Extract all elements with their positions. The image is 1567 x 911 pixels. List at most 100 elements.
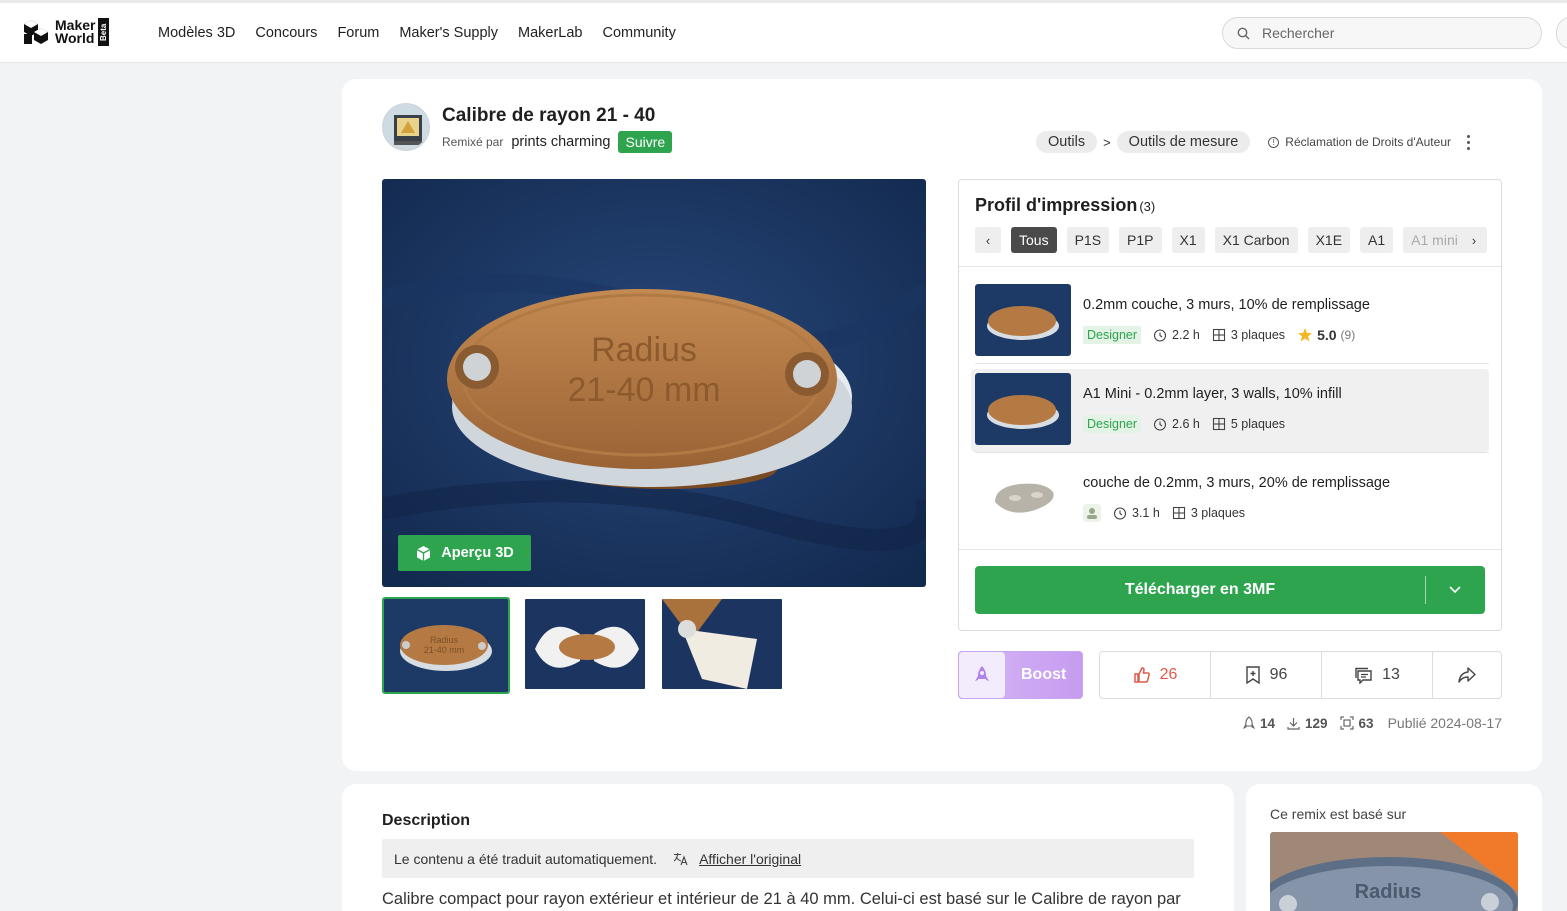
profile-1-meta: Designer 2.2 h 3 plaques 5.0 (9) (1083, 326, 1355, 344)
filter-x1-carbon[interactable]: X1 Carbon (1214, 227, 1298, 253)
remix-source-image[interactable]: Radius (1270, 832, 1518, 911)
nav-contests[interactable]: Concours (255, 25, 317, 41)
profile-3-plates-value: 3 plaques (1190, 506, 1246, 520)
profile-1-plates-value: 3 plaques (1230, 328, 1286, 342)
nav-makers-supply[interactable]: Maker's Supply (399, 25, 498, 41)
remix-image-text: Radius (1355, 881, 1422, 903)
more-options-icon[interactable] (1467, 134, 1471, 150)
chevron-right-icon[interactable]: › (1461, 227, 1487, 253)
boost-button[interactable]: Boost (958, 651, 1083, 699)
logo-text: Maker World (55, 18, 95, 46)
image-thumbnails: Radius 21-40 mm (382, 597, 784, 694)
profile-1-time-value: 2.2 h (1172, 328, 1200, 342)
breadcrumb-separator: > (1103, 134, 1111, 150)
filter-x1[interactable]: X1 (1171, 227, 1205, 253)
like-button[interactable]: 26 (1100, 652, 1211, 698)
print-profile-panel: Profil d'impression (3) ‹ Tous P1S P1P X1… (958, 179, 1502, 631)
profile-1-plates: 3 plaques (1212, 328, 1285, 342)
boost-label: Boost (1021, 666, 1067, 683)
download-count: 129 (1305, 715, 1328, 731)
download-3mf-button[interactable]: Télécharger en 3MF (975, 566, 1485, 614)
author-name[interactable]: prints charming (511, 134, 610, 150)
bookmark-plus-icon (1245, 666, 1260, 684)
profile-3-plates: 3 plaques (1172, 506, 1245, 520)
print-icon (1339, 716, 1354, 730)
translation-notice: Le contenu a été traduit automatiquement… (382, 839, 1194, 878)
breadcrumb-tools[interactable]: Outils (1036, 131, 1098, 153)
show-original-link[interactable]: Afficher l'original (699, 851, 801, 867)
clock-icon (1153, 418, 1167, 431)
user-avatar-icon (1083, 504, 1101, 522)
hero-text-line2: 21-40 mm (567, 371, 720, 409)
profile-item-1[interactable]: 0.2mm couche, 3 murs, 10% de remplissage… (971, 280, 1489, 363)
share-button[interactable] (1433, 652, 1501, 698)
comment-icon (1355, 667, 1372, 684)
breadcrumb: Outils > Outils de mesure ! Réclamation … (1036, 131, 1471, 153)
translate-icon (673, 852, 688, 865)
thumbnail-2[interactable] (523, 597, 647, 691)
profile-2-name: A1 Mini - 0.2mm layer, 3 walls, 10% infi… (1083, 386, 1342, 402)
remix-source-label: Ce remix est basé sur (1270, 806, 1407, 822)
profile-2-time: 2.6 h (1153, 417, 1200, 431)
chevron-down-icon[interactable] (1426, 586, 1484, 594)
boost-count: 14 (1259, 715, 1276, 731)
thumbnail-1[interactable]: Radius 21-40 mm (382, 597, 510, 694)
profile-1-time: 2.2 h (1153, 328, 1200, 342)
copyright-claim-link[interactable]: ! Réclamation de Droits d'Auteur (1268, 135, 1451, 149)
author-avatar[interactable] (382, 103, 430, 151)
thumbnail-text-line2: 21-40 mm (424, 645, 465, 655)
filter-a1-mini[interactable]: A1 mini (1403, 227, 1466, 253)
thumbnail-1-image: Radius 21-40 mm (384, 599, 508, 692)
profile-1-name: 0.2mm couche, 3 murs, 10% de remplissage (1083, 297, 1370, 313)
profile-item-3[interactable]: couche de 0.2mm, 3 murs, 20% de rempliss… (971, 458, 1489, 541)
breadcrumb-measuring-tools[interactable]: Outils de mesure (1116, 131, 1251, 153)
rocket-outline-icon (1242, 716, 1255, 730)
download-icon (1287, 717, 1300, 730)
profile-separator (975, 452, 1489, 453)
chevron-left-icon[interactable]: ‹ (975, 227, 1001, 253)
search-input[interactable] (1262, 25, 1512, 41)
remix-source-card: Ce remix est basé sur Radius (1246, 784, 1542, 911)
preview-3d-button[interactable]: Aperçu 3D (398, 535, 531, 571)
model-card: Calibre de rayon 21 - 40 Remixé par prin… (342, 79, 1542, 771)
profile-3-name: couche de 0.2mm, 3 murs, 20% de rempliss… (1083, 475, 1391, 491)
print-profile-title: Profil d'impression (975, 195, 1138, 215)
plates-icon (1212, 328, 1225, 342)
plates-icon (1172, 506, 1185, 520)
nav-models-3d[interactable]: Modèles 3D (158, 25, 235, 41)
preview-3d-label: Aperçu 3D (441, 545, 514, 561)
thumbnail-3-image (662, 599, 782, 689)
filter-a1[interactable]: A1 (1360, 227, 1394, 253)
published-date: Publié 2024-08-17 (1387, 715, 1502, 731)
thumbnail-text-line1: Radius (430, 635, 459, 645)
profile-3-meta: 3.1 h 3 plaques (1083, 504, 1257, 522)
radius-gauge-photo: Radius 21-40 mm (382, 179, 926, 587)
share-icon (1458, 667, 1476, 683)
search-icon (1237, 27, 1250, 39)
profile-item-2[interactable]: A1 Mini - 0.2mm layer, 3 walls, 10% infi… (971, 369, 1489, 452)
nav-community[interactable]: Community (603, 25, 676, 41)
profile-1-rating: 5.0 (1317, 327, 1337, 343)
comment-button[interactable]: 13 (1322, 652, 1433, 698)
hero-image[interactable]: Radius 21-40 mm Aperçu 3D (382, 179, 926, 587)
star-icon (1298, 328, 1313, 342)
logo-bottom: World (55, 30, 95, 46)
thumbnail-3[interactable] (660, 597, 784, 691)
site-header: Maker World Beta Modèles 3D Concours For… (0, 3, 1567, 63)
follow-button[interactable]: Suivre (618, 131, 673, 153)
header-extra-button[interactable] (1556, 17, 1567, 49)
translation-notice-text: Le contenu a été traduit automatiquement… (394, 850, 658, 867)
collect-button[interactable]: 96 (1211, 652, 1322, 698)
filter-all[interactable]: Tous (1011, 227, 1057, 253)
nav-forum[interactable]: Forum (337, 25, 379, 41)
filter-x1e[interactable]: X1E (1307, 227, 1351, 253)
makerworld-logo[interactable]: Maker World Beta (22, 18, 110, 46)
nav-makerlab[interactable]: MakerLab (518, 25, 582, 41)
profile-2-meta: Designer 2.6 h 5 plaques (1083, 415, 1297, 433)
copyright-claim-label: Réclamation de Droits d'Auteur (1285, 135, 1451, 149)
designer-badge: Designer (1083, 415, 1142, 433)
hero-text-line1: Radius (591, 331, 697, 369)
filter-p1p[interactable]: P1P (1119, 227, 1162, 253)
main-nav: Modèles 3D Concours Forum Maker's Supply… (158, 25, 696, 41)
filter-p1s[interactable]: P1S (1066, 227, 1110, 253)
